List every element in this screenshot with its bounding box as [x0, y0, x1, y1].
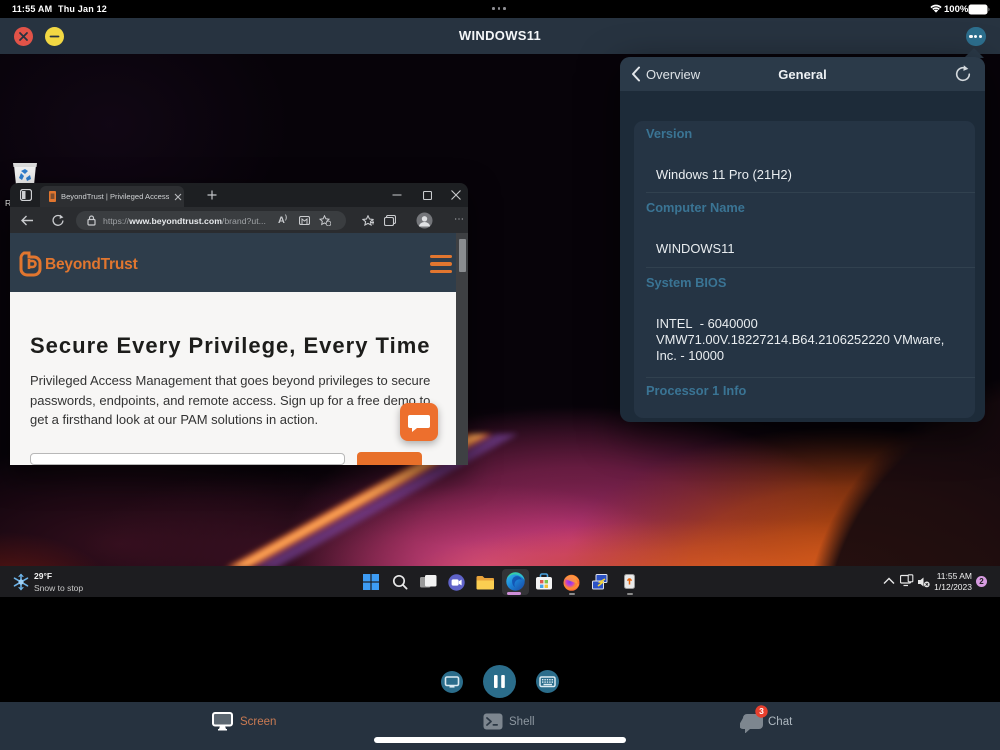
svg-text:3: 3 [759, 706, 764, 716]
